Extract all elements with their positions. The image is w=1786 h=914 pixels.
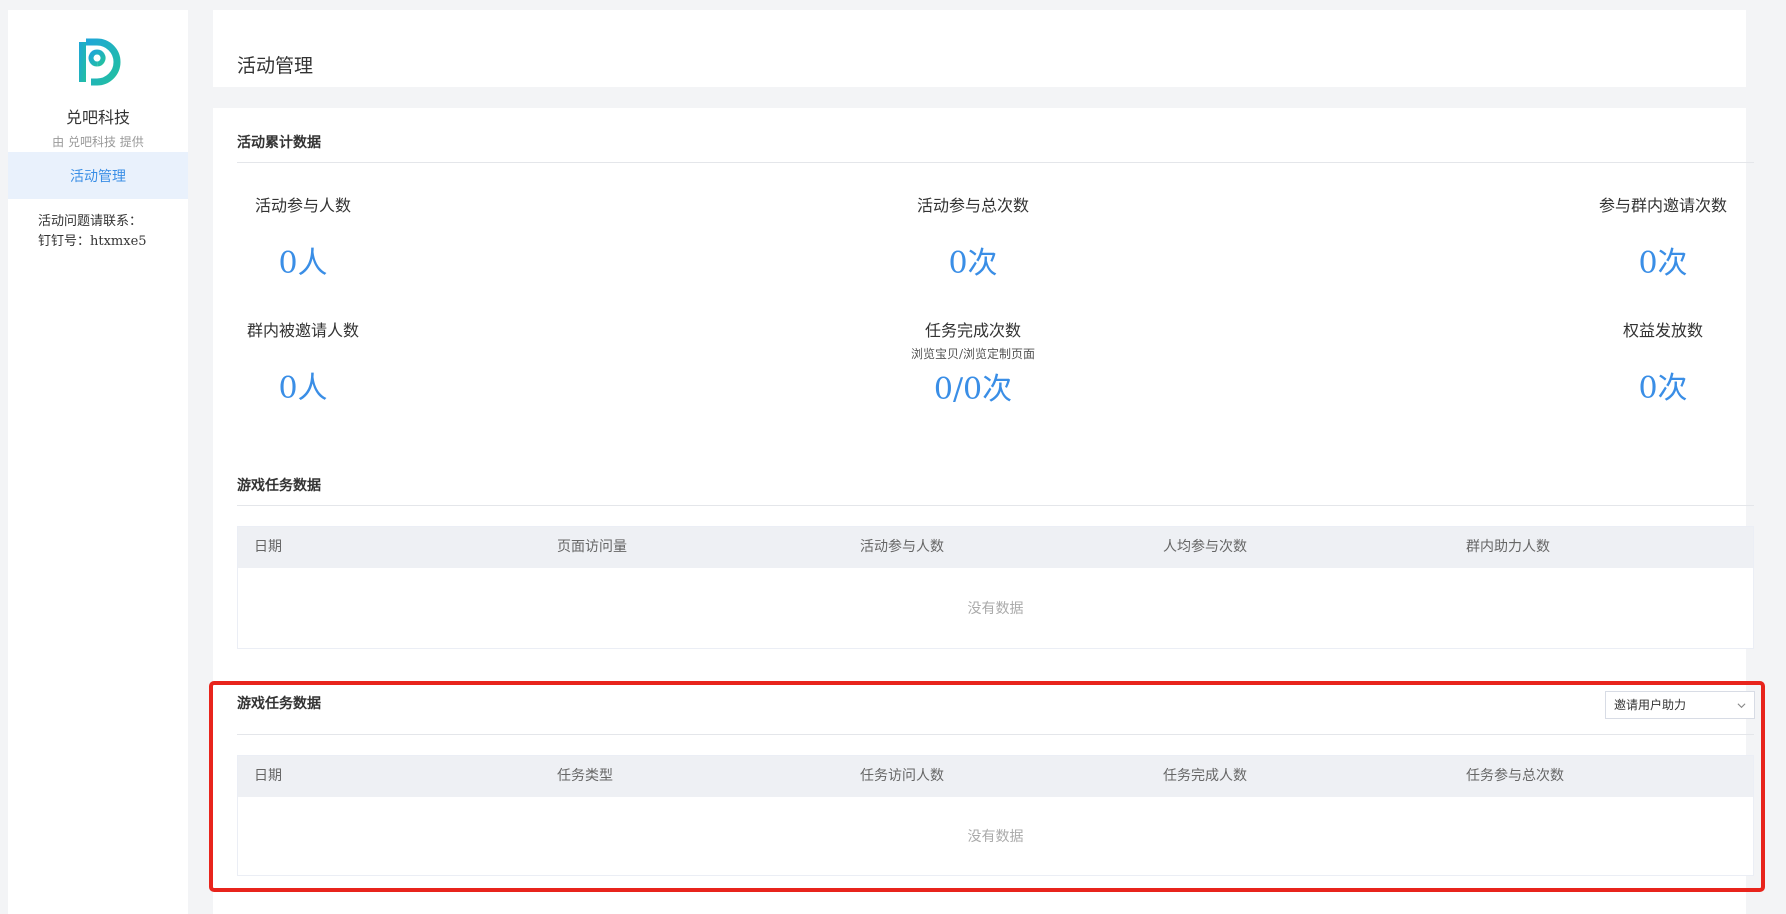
stat-value: 0人	[278, 246, 328, 281]
stat-value: 0/0次	[933, 372, 1013, 407]
divider	[237, 734, 1754, 735]
column-header-group-helpers: 群内助力人数	[1466, 539, 1550, 555]
task-detail-table: 日期 任务类型 任务访问人数 任务完成人数 任务参与总次数 没有数据	[237, 755, 1754, 876]
page-header: 活动管理	[213, 10, 1746, 87]
brand-logo-icon	[79, 38, 121, 86]
column-header-date: 日期	[254, 768, 282, 784]
contact-info: 活动问题请联系： 钉钉号：htxmxe5	[38, 212, 147, 252]
brand-subtitle: 由 兑吧科技 提供	[52, 135, 144, 149]
stat-label: 群内被邀请人数	[246, 321, 359, 340]
table-header: 日期 任务类型 任务访问人数 任务完成人数 任务参与总次数	[238, 756, 1753, 797]
stat-value: 0人	[278, 371, 328, 406]
empty-state: 没有数据	[238, 568, 1753, 648]
game-task-section-title-2: 游戏任务数据	[237, 696, 321, 712]
stat-label: 参与群内邀请次数	[1598, 196, 1727, 215]
column-header-participants: 活动参与人数	[860, 539, 944, 555]
stat-invited-people: 群内被邀请人数 0人	[233, 317, 373, 407]
divider	[237, 162, 1754, 163]
empty-state: 没有数据	[238, 797, 1753, 875]
column-header-task-completers: 任务完成人数	[1163, 768, 1247, 784]
stat-label: 权益发放数	[1622, 321, 1703, 340]
contact-line: 活动问题请联系：	[38, 214, 143, 229]
stat-label: 任务完成次数	[924, 321, 1021, 340]
select-value: 邀请用户助力	[1614, 698, 1687, 712]
column-header-task-total: 任务参与总次数	[1466, 768, 1564, 784]
brand-name: 兑吧科技	[65, 108, 130, 127]
chevron-down-icon	[1737, 703, 1746, 709]
column-header-task-type: 任务类型	[557, 768, 613, 784]
table-header: 日期 页面访问量 活动参与人数 人均参与次数 群内助力人数	[238, 527, 1753, 568]
task-type-select[interactable]: 邀请用户助力	[1605, 691, 1755, 719]
stat-sublabel: 浏览宝贝/浏览定制页面	[910, 347, 1036, 361]
stat-label: 活动参与人数	[254, 196, 351, 215]
game-task-table: 日期 页面访问量 活动参与人数 人均参与次数 群内助力人数 没有数据	[237, 526, 1754, 649]
page-title: 活动管理	[237, 55, 314, 77]
stat-label: 活动参与总次数	[916, 196, 1029, 215]
stat-group-invites: 参与群内邀请次数 0次	[1593, 192, 1733, 282]
divider	[237, 505, 1754, 506]
stat-value: 0次	[1638, 371, 1688, 406]
column-header-avg-participations: 人均参与次数	[1163, 539, 1247, 555]
stat-value: 0次	[948, 246, 998, 281]
sidebar: 兑吧科技 由 兑吧科技 提供 活动管理 活动问题请联系： 钉钉号：htxmxe5	[8, 10, 188, 914]
summary-section-title: 活动累计数据	[237, 135, 321, 151]
stat-rights-issued: 权益发放数 0次	[1593, 317, 1733, 407]
column-header-date: 日期	[254, 539, 282, 555]
stat-participants: 活动参与人数 0人	[233, 192, 373, 282]
column-header-task-visitors: 任务访问人数	[860, 768, 944, 784]
stat-task-completions: 任务完成次数 浏览宝贝/浏览定制页面 0/0次	[903, 317, 1043, 408]
stat-value: 0次	[1638, 246, 1688, 281]
stat-total-participations: 活动参与总次数 0次	[903, 192, 1043, 282]
dingtalk-id: 钉钉号：htxmxe5	[38, 234, 147, 249]
column-header-page-views: 页面访问量	[557, 539, 627, 555]
game-task-section-title: 游戏任务数据	[237, 478, 321, 494]
sidebar-item-activity-management[interactable]: 活动管理	[8, 152, 188, 199]
main-content: 活动累计数据 活动参与人数 0人 活动参与总次数 0次 参与群内邀请次数 0次 …	[213, 108, 1755, 914]
